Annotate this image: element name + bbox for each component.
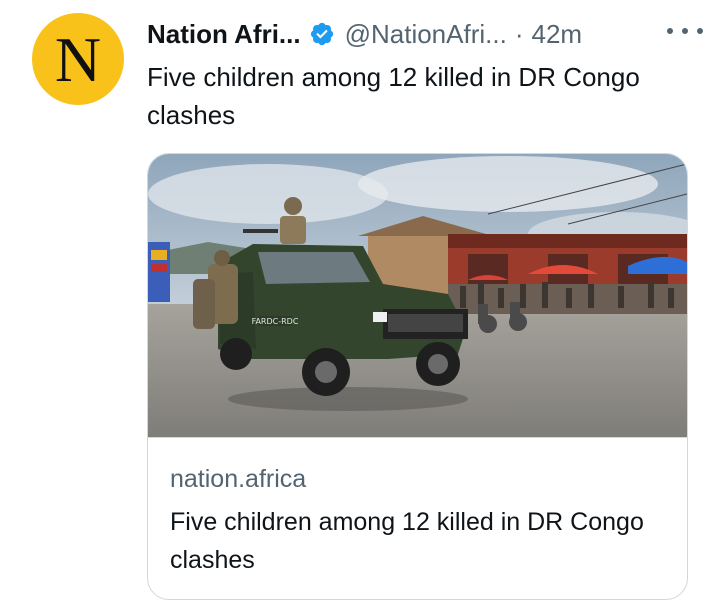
tweet-text: Five children among 12 killed in DR Cong… [147,62,640,130]
tweet-timestamp[interactable]: 42m [532,19,583,50]
more-dot [667,28,673,34]
author-handle[interactable]: @NationAfri... [345,19,507,50]
author-avatar[interactable]: N [32,13,124,105]
more-options-icon[interactable] [667,18,703,44]
author-display-name[interactable]: Nation Afri... [147,19,301,50]
tweet-header: Nation Afri... @NationAfri... · 42m [147,14,707,54]
avatar-letter: N [54,24,102,95]
separator-dot: · [514,18,524,49]
more-dot [697,28,703,34]
card-title: Five children among 12 killed in DR Cong… [170,508,644,574]
link-preview-card[interactable]: FARDC-RDC nation.africa Five children am… [147,153,688,600]
verified-badge-icon [310,22,333,46]
more-dot [682,28,688,34]
card-domain: nation.africa [170,465,307,493]
truck-door-text: FARDC-RDC [252,317,299,326]
card-image[interactable]: FARDC-RDC [148,154,687,438]
